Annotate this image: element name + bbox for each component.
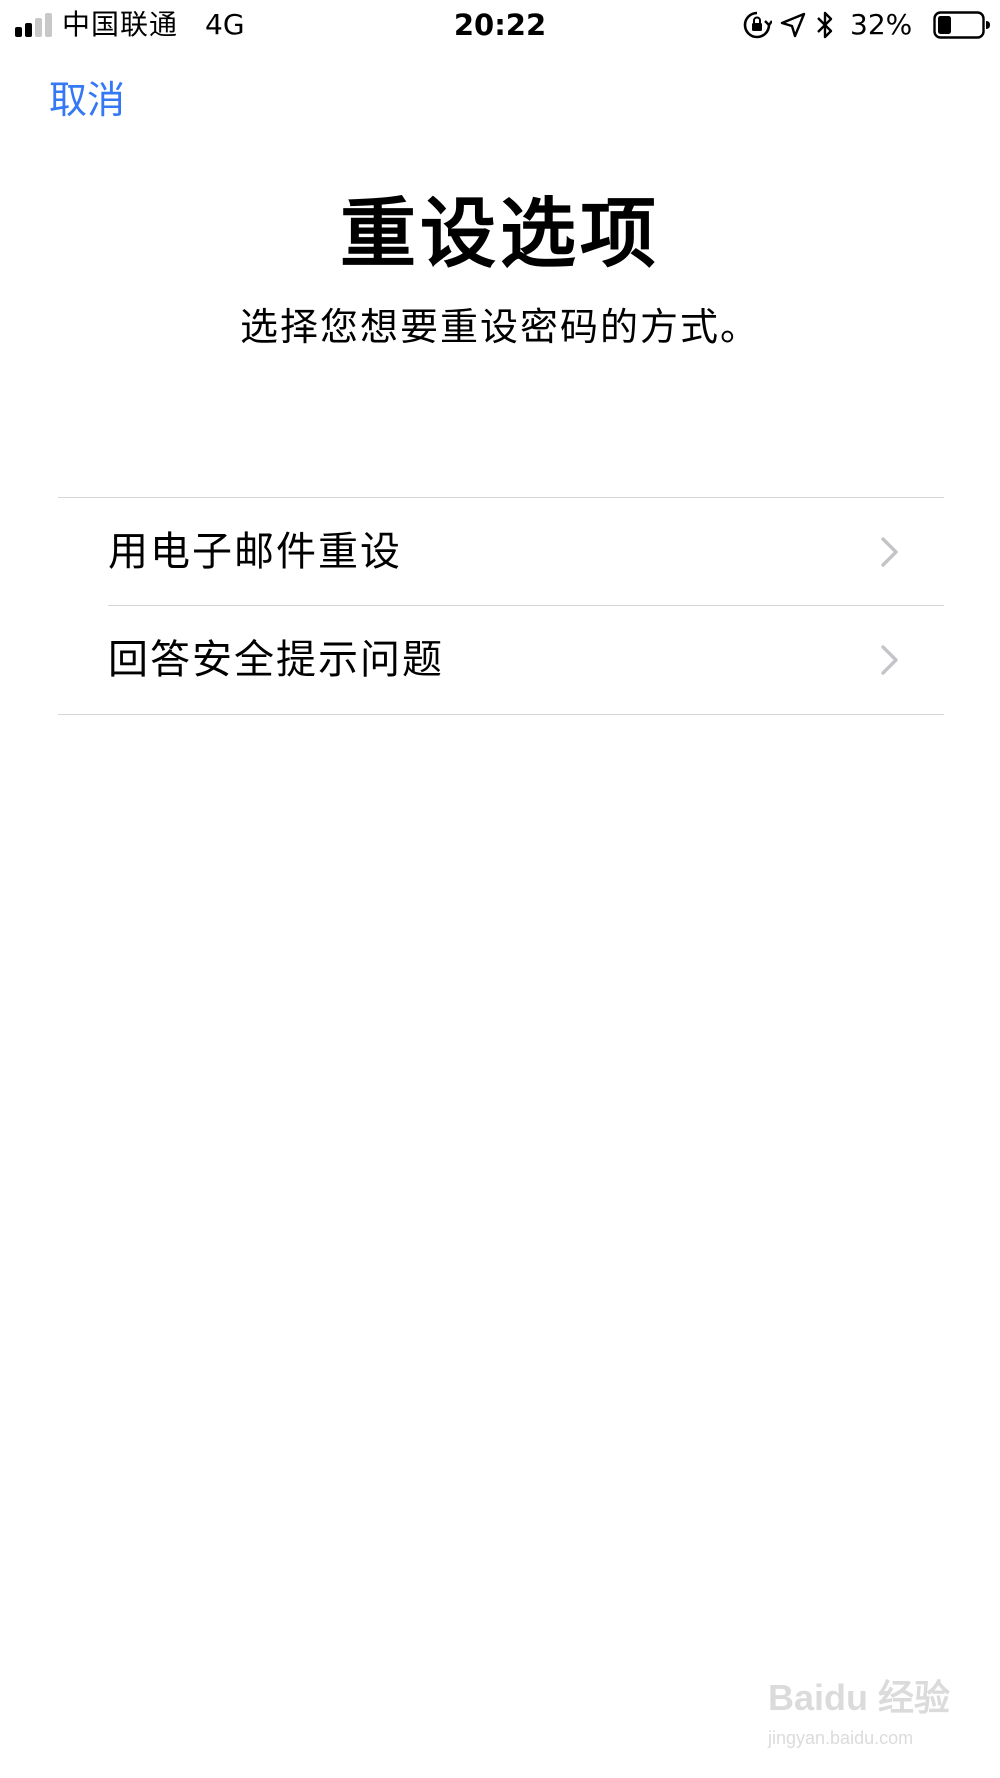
- baidu-jingyan-watermark: Baidu 经验 jingyan.baidu.com: [768, 1676, 958, 1764]
- option-label: 用电子邮件重设: [108, 529, 402, 575]
- watermark-brand: Baidu 经验: [768, 1677, 951, 1718]
- option-label: 回答安全提示问题: [108, 637, 444, 683]
- page-subtitle: 选择您想要重设密码的方式。: [239, 305, 760, 349]
- option-email-reset[interactable]: 用电子邮件重设: [58, 498, 944, 606]
- battery-percent: 32%: [850, 8, 913, 41]
- reset-options-list: 用电子邮件重设 回答安全提示问题: [58, 497, 944, 715]
- chevron-right-icon: [881, 645, 898, 675]
- bluetooth-icon: [817, 11, 833, 39]
- battery-icon: [933, 11, 990, 39]
- cancel-button[interactable]: 取消: [49, 76, 125, 124]
- rotation-lock-icon: [743, 11, 772, 39]
- watermark-url: jingyan.baidu.com: [768, 1728, 914, 1748]
- page-title: 重设选项: [340, 189, 660, 278]
- option-security-questions[interactable]: 回答安全提示问题: [58, 606, 944, 715]
- chevron-right-icon: [881, 537, 898, 567]
- status-bar: 中国联通 4G 20:22 32%: [0, 0, 1000, 50]
- location-arrow-icon: [780, 12, 806, 38]
